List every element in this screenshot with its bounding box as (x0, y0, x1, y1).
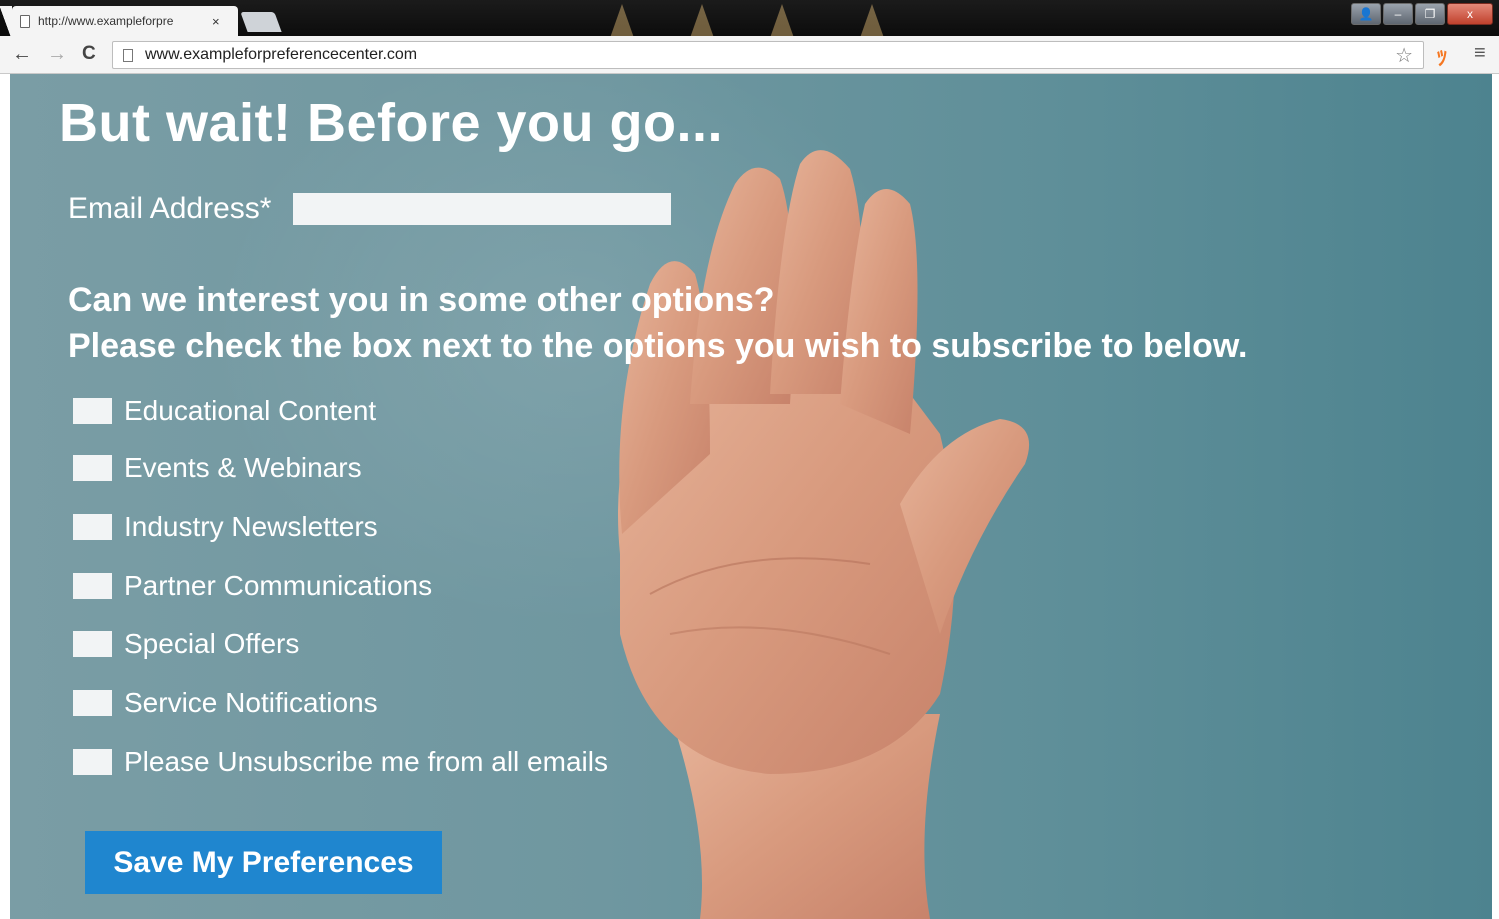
forward-arrow-icon[interactable]: → (47, 44, 67, 64)
decorative-flare (770, 4, 794, 36)
page-icon (123, 48, 133, 62)
option-label: Events & Webinars (124, 452, 362, 483)
tab-title: http://www.exampleforpre (38, 14, 174, 28)
option-label: Industry Newsletters (124, 511, 378, 542)
preference-center-page: But wait! Before you go... Email Address… (10, 74, 1492, 919)
browser-toolbar: ← → C ☆ (0, 36, 1499, 74)
page-icon (20, 14, 30, 28)
page-title: But wait! Before you go... (59, 93, 724, 153)
save-preferences-button[interactable]: Save My Preferences (85, 831, 442, 894)
back-arrow-icon[interactable]: ← (12, 44, 32, 64)
restore-button[interactable]: ❐ (1415, 3, 1445, 25)
option-label: Service Notifications (124, 687, 378, 718)
reload-icon[interactable]: C (82, 44, 96, 64)
browser-tab[interactable]: http://www.exampleforpre × (12, 6, 238, 36)
bookmark-star-icon[interactable]: ☆ (1395, 43, 1413, 68)
checkbox[interactable] (73, 749, 112, 775)
decorative-flare (690, 4, 714, 36)
user-icon[interactable]: 👤 (1351, 3, 1381, 25)
option-label: Educational Content (124, 395, 377, 426)
option-service-notifications[interactable]: Service Notifications (73, 686, 378, 720)
checkbox[interactable] (73, 398, 112, 424)
option-educational-content[interactable]: Educational Content (73, 394, 376, 428)
hubspot-extension-icon[interactable]: ﾂ (1437, 42, 1447, 71)
address-bar[interactable]: ☆ (112, 41, 1424, 69)
options-instruction: Please check the box next to the options… (68, 327, 1248, 365)
decorative-flare (860, 4, 884, 36)
checkbox[interactable] (73, 631, 112, 657)
option-label: Please Unsubscribe me from all emails (124, 746, 608, 777)
window-controls: 👤 – ❐ x (1351, 3, 1493, 25)
menu-icon[interactable]: ≡ (1474, 42, 1486, 65)
email-field[interactable] (293, 193, 671, 225)
checkbox[interactable] (73, 690, 112, 716)
tab-close-icon[interactable]: × (212, 14, 220, 29)
checkbox[interactable] (73, 455, 112, 481)
option-label: Partner Communications (124, 570, 433, 601)
email-label: Email Address* (68, 192, 272, 225)
close-window-button[interactable]: x (1447, 3, 1493, 25)
options-instructions: Can we interest you in some other option… (68, 277, 1248, 369)
option-partner-communications[interactable]: Partner Communications (73, 569, 432, 603)
tab-edge (0, 6, 12, 36)
url-input[interactable] (145, 46, 1345, 64)
option-industry-newsletters[interactable]: Industry Newsletters (73, 510, 378, 544)
options-question: Can we interest you in some other option… (68, 281, 775, 319)
new-tab-button[interactable] (240, 12, 282, 32)
option-unsubscribe-all[interactable]: Please Unsubscribe me from all emails (73, 745, 608, 779)
decorative-flare (610, 4, 634, 36)
option-label: Special Offers (124, 628, 300, 659)
checkbox[interactable] (73, 573, 112, 599)
checkbox[interactable] (73, 514, 112, 540)
option-special-offers[interactable]: Special Offers (73, 627, 299, 661)
option-events-webinars[interactable]: Events & Webinars (73, 451, 362, 485)
minimize-button[interactable]: – (1383, 3, 1413, 25)
window-title-bar: http://www.exampleforpre × 👤 – ❐ x (0, 0, 1499, 36)
